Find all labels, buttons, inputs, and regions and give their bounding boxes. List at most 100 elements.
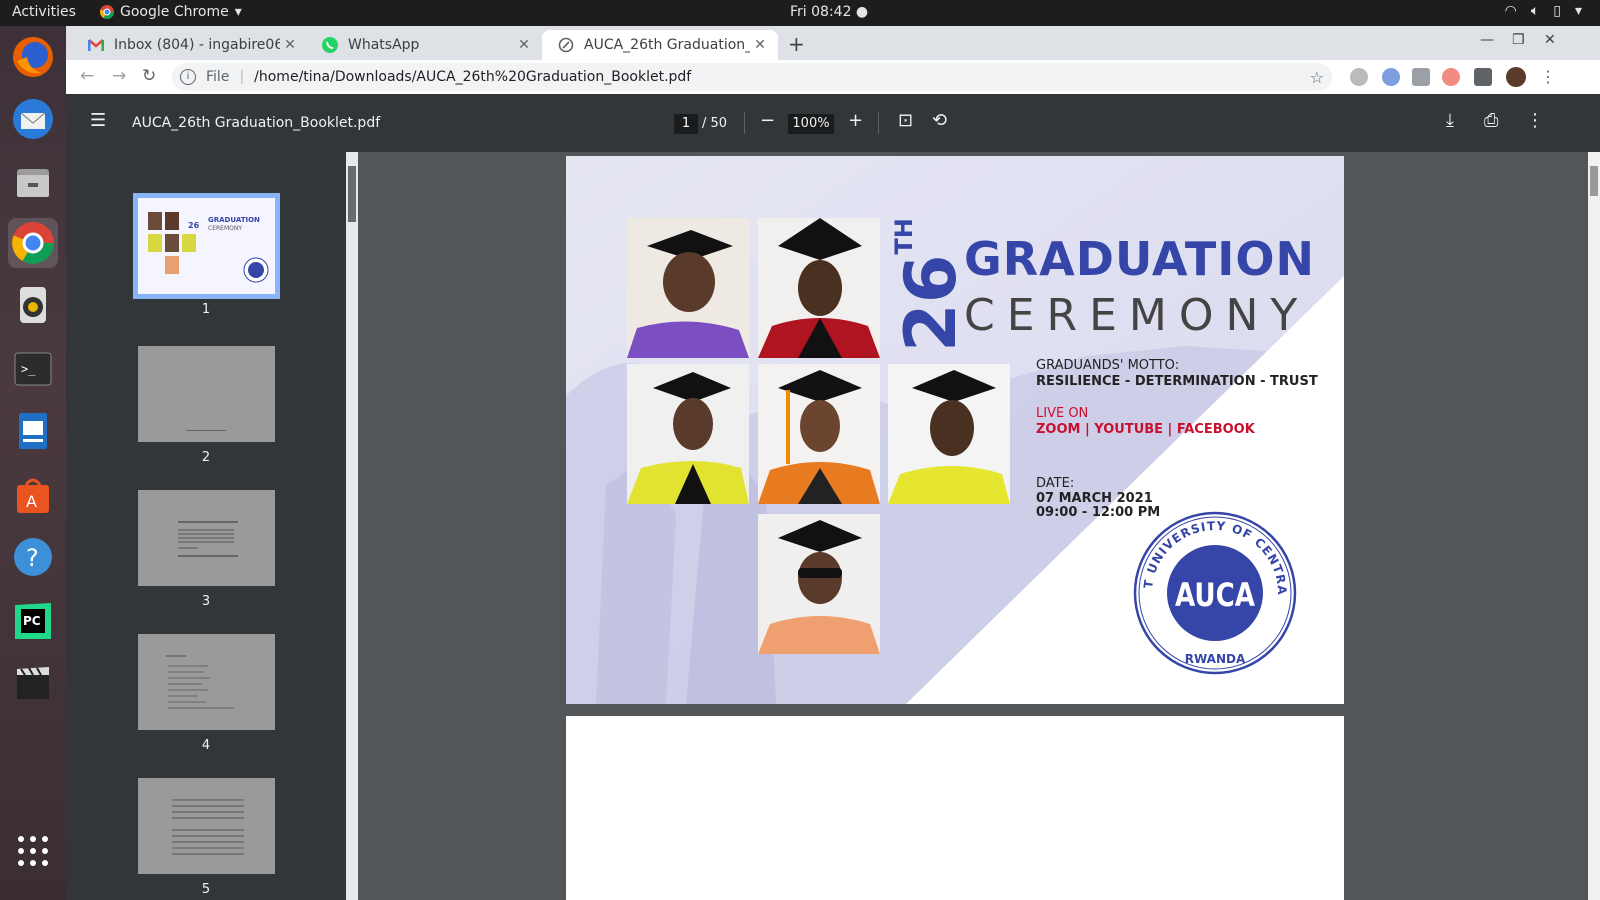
- extension-icon[interactable]: [1382, 68, 1400, 86]
- ordinal-suffix: TH: [890, 218, 918, 255]
- rhythmbox-icon[interactable]: [8, 280, 58, 330]
- pdf-page-1: 26TH GRADUATION CEREMONY GRADUANDS' MOTT…: [566, 156, 1344, 704]
- thumbnail-image: [137, 778, 275, 874]
- restore-icon[interactable]: ❐: [1512, 32, 1525, 48]
- seal-country: RWANDA: [1185, 652, 1246, 666]
- close-window-icon[interactable]: ✕: [1544, 32, 1556, 48]
- thumbnail-image: [137, 346, 275, 442]
- forward-icon[interactable]: →: [112, 66, 126, 86]
- software-center-icon[interactable]: A: [8, 470, 58, 520]
- close-icon[interactable]: ✕: [750, 37, 770, 53]
- university-seal: ADVENTIST UNIVERSITY OF CENTRAL AFRICA R…: [1132, 510, 1297, 675]
- pdf-viewer[interactable]: 26TH GRADUATION CEREMONY GRADUANDS' MOTT…: [358, 152, 1588, 900]
- star-icon[interactable]: ☆: [1310, 68, 1324, 87]
- divider: [744, 112, 745, 134]
- pycharm-icon[interactable]: PC: [8, 596, 58, 646]
- system-top-bar: Activities Google Chrome ▾ Fri 08:42 ● ◠…: [0, 0, 1600, 26]
- app-grid-icon[interactable]: [8, 826, 58, 876]
- thumbnail-page-2[interactable]: 2: [131, 346, 281, 465]
- menu-dots-icon[interactable]: ⋮: [1540, 67, 1556, 86]
- seal-initials: AUCA: [1175, 576, 1255, 614]
- thumbnail-page-3[interactable]: 3: [131, 490, 281, 609]
- activities-button[interactable]: Activities: [12, 4, 76, 20]
- divider: [878, 112, 879, 134]
- scheme-label: File: [206, 69, 230, 85]
- thumbnail-number: 2: [201, 450, 211, 465]
- thunderbird-icon[interactable]: [8, 94, 58, 144]
- date-text: 07 MARCH 2021: [1036, 491, 1153, 506]
- battery-icon: ▯: [1553, 3, 1561, 19]
- graduate-photo: [627, 364, 749, 504]
- tab-gmail[interactable]: Inbox (804) - ingabire067@ ✕: [72, 30, 308, 60]
- svg-text:A: A: [26, 492, 37, 511]
- zoom-input[interactable]: 100%: [788, 114, 834, 134]
- thumbnail-number: 1: [201, 302, 211, 317]
- new-tab-button[interactable]: +: [788, 32, 805, 56]
- firefox-icon[interactable]: [8, 32, 58, 82]
- omnibox-bar: ← → ↻ i File | /home/tina/Downloads/AUCA…: [66, 60, 1600, 94]
- zoom-out-icon[interactable]: −: [760, 110, 775, 131]
- page-icon: [558, 37, 574, 53]
- extension-icon[interactable]: [1350, 68, 1368, 86]
- terminal-icon[interactable]: >_: [8, 344, 58, 394]
- zoom-in-icon[interactable]: +: [848, 110, 863, 131]
- tab-whatsapp[interactable]: WhatsApp ✕: [306, 30, 542, 60]
- chevron-down-icon: ▾: [234, 4, 242, 20]
- video-editor-icon[interactable]: [8, 658, 58, 708]
- cover-title: GRADUATION: [964, 232, 1316, 286]
- download-icon[interactable]: ⤓: [1446, 110, 1454, 131]
- thumbnail-page-4[interactable]: 4: [131, 634, 281, 753]
- tab-title: WhatsApp: [348, 37, 420, 53]
- thumbnail-number: 4: [201, 738, 211, 753]
- avatar[interactable]: [1506, 67, 1526, 87]
- cover-subtitle: CEREMONY: [964, 290, 1310, 341]
- scrollbar-thumb[interactable]: [348, 166, 356, 222]
- more-options-icon[interactable]: ⋮: [1526, 110, 1544, 131]
- gmail-icon: [88, 37, 104, 53]
- chrome-dock-icon[interactable]: [8, 218, 58, 268]
- address-bar[interactable]: i File | /home/tina/Downloads/AUCA_26th%…: [172, 63, 1332, 91]
- graduate-photo: [627, 218, 749, 358]
- app-menu[interactable]: Google Chrome ▾: [100, 4, 242, 20]
- close-icon[interactable]: ✕: [280, 37, 300, 53]
- rotate-icon[interactable]: ⟲: [932, 110, 947, 131]
- fit-page-icon[interactable]: ⊡: [898, 110, 913, 131]
- tab-title: AUCA_26th Graduation_B: [584, 37, 750, 53]
- thumbnail-page-1[interactable]: 26 GRADUATION CEREMONY 1: [131, 193, 281, 317]
- back-icon[interactable]: ←: [80, 66, 94, 86]
- scrollbar-thumb[interactable]: [1590, 166, 1598, 196]
- files-icon[interactable]: [8, 156, 58, 206]
- thumbnail-page-5[interactable]: 5: [131, 778, 281, 897]
- close-icon[interactable]: ✕: [514, 37, 534, 53]
- graduate-photo: [758, 364, 880, 504]
- tab-pdf[interactable]: AUCA_26th Graduation_B ✕: [542, 30, 778, 60]
- puzzle-icon[interactable]: [1474, 68, 1492, 86]
- hamburger-menu-icon[interactable]: ☰: [90, 110, 106, 131]
- graduate-photo: [758, 514, 880, 654]
- help-icon[interactable]: ?: [8, 532, 58, 582]
- svg-text:CEREMONY: CEREMONY: [208, 225, 242, 232]
- pdf-toolbar: ☰ AUCA_26th Graduation_Booklet.pdf 1 / 5…: [66, 94, 1600, 152]
- writer-icon[interactable]: [8, 406, 58, 456]
- motto-label: GRADUANDS' MOTTO:: [1036, 358, 1180, 373]
- info-icon[interactable]: i: [180, 69, 196, 85]
- clock[interactable]: Fri 08:42 ●: [790, 4, 868, 20]
- svg-text:?: ?: [26, 544, 39, 572]
- chevron-down-icon: ▾: [1574, 3, 1582, 19]
- divider: |: [239, 69, 245, 85]
- number-text: 26: [890, 254, 972, 352]
- svg-text:26: 26: [188, 221, 200, 230]
- pdf-page-2: [566, 716, 1344, 900]
- reload-icon[interactable]: ↻: [142, 66, 156, 86]
- extension-icon[interactable]: [1442, 68, 1460, 86]
- viewer-scrollbar[interactable]: [1588, 152, 1600, 900]
- print-icon[interactable]: ⎙: [1484, 110, 1498, 131]
- sidebar-scrollbar[interactable]: [346, 152, 358, 900]
- live-label: LIVE ON: [1036, 406, 1089, 421]
- system-tray[interactable]: ◠ 🔈︎ ▯ ▾: [1505, 3, 1582, 19]
- svg-text:GRADUATION: GRADUATION: [208, 216, 260, 224]
- page-number-input[interactable]: 1: [674, 114, 698, 134]
- chrome-icon: [100, 5, 114, 19]
- extension-icon[interactable]: [1412, 68, 1430, 86]
- minimize-icon[interactable]: —: [1480, 32, 1494, 48]
